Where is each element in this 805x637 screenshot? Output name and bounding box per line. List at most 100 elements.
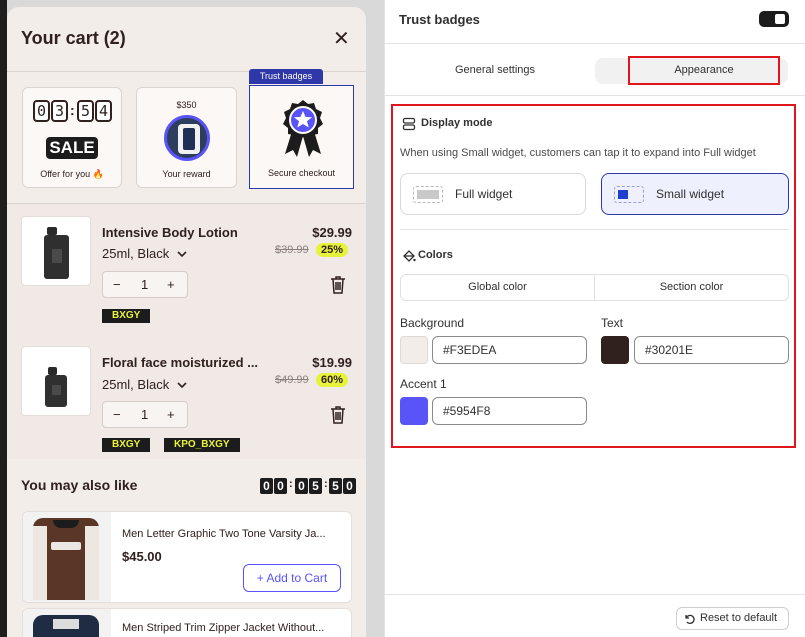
timer-colon: : [70,102,75,118]
timer-digit: 0 [33,100,50,122]
text-swatch[interactable] [601,336,629,364]
cart-item-1: Intensive Body Lotion 25ml, Black $29.99… [7,204,366,334]
tab-appearance[interactable]: Appearance [628,56,780,85]
product-price: $19.99 [312,355,352,370]
timer-digit: 0 [260,478,273,494]
upsell-title: You may also like [21,477,138,493]
discount-badge: 25% [316,243,349,257]
quantity-stepper: − 1 + [102,401,188,428]
cart-drawer: Your cart (2) ✕ 0 3 : 5 4 SALE Offer for… [7,7,366,637]
display-mode-heading: Display mode [421,117,493,129]
reward-product-detail [183,128,195,150]
reset-label: Reset to default [700,612,778,624]
accent-color-field[interactable]: #5954F8 [432,397,587,425]
product-variant[interactable]: 25ml, Black [102,246,187,261]
timer-digit: 0 [295,478,308,494]
discount-tag: BXGY [102,309,151,323]
tile-caption: Offer for you 🔥 [40,169,104,179]
sale-badge: SALE [46,137,98,159]
chevron-down-icon [177,251,187,258]
timer-digit: 0 [343,478,356,494]
minus-button[interactable]: − [113,407,121,422]
timer-digit: 0 [274,478,287,494]
timer-digit: 4 [95,100,112,122]
product-image [21,346,91,416]
footer-divider [385,594,805,595]
reset-to-default-button[interactable]: Reset to default [676,607,789,630]
trust-badges-tag: Trust badges [249,69,323,84]
upsell-timer: 0 0 : 0 5 : 5 0 [260,478,356,494]
settings-title: Trust badges [399,12,480,27]
trash-icon[interactable] [330,406,346,424]
reward-tile[interactable]: $350 Your reward [136,87,237,188]
ribbon-badge-icon [283,100,323,157]
variant-label: 25ml, Black [102,377,170,392]
tabs-divider [385,95,805,96]
product-name: Intensive Body Lotion [102,225,238,240]
settings-panel: Trust badges General settings Appearance… [384,0,805,637]
chevron-down-icon [177,382,187,389]
product-variant[interactable]: 25ml, Black [102,377,187,392]
quantity-value[interactable]: 1 [141,277,148,292]
plus-button[interactable]: + [167,407,175,422]
colors-heading: Colors [418,249,453,261]
tab-section-color[interactable]: Section color [595,281,788,293]
product-name: Floral face moisturized ... [102,355,259,370]
discount-tag: KPO_BXGY [164,438,240,452]
text-color-field[interactable]: #30201E [634,336,789,364]
trash-icon[interactable] [330,276,346,294]
cart-title: Your cart (2) [21,28,126,48]
small-widget-icon [614,186,644,203]
tile-caption: Secure checkout [267,168,336,178]
discount-badge: 60% [316,373,349,387]
product-image [21,216,91,286]
section-divider [400,229,789,230]
cart-item-2: Floral face moisturized ... 25ml, Black … [7,334,366,459]
add-to-cart-button[interactable]: + Add to Cart [243,564,341,592]
recommended-product-card[interactable]: Men Striped Trim Zipper Jacket Without..… [22,608,352,637]
compare-price: $49.99 [275,374,309,386]
recommended-product-name: Men Letter Graphic Two Tone Varsity Ja..… [122,528,326,540]
timer-colon: : [324,478,328,490]
close-icon[interactable]: ✕ [333,29,350,49]
timer-digit: 5 [77,100,94,122]
plus-icon: + [256,571,264,585]
text-label: Text [601,316,624,330]
small-widget-option[interactable]: Small widget [601,173,789,215]
left-edge-strip [0,0,7,637]
product-price: $29.99 [312,225,352,240]
tab-general-settings[interactable]: General settings [401,64,589,76]
accent-swatch[interactable] [400,397,428,425]
reward-progress-ring [164,115,210,161]
recommended-product-card[interactable]: Men Letter Graphic Two Tone Varsity Ja..… [22,511,352,603]
toggle-switch[interactable] [759,11,789,27]
appearance-section: Display mode When using Small widget, cu… [391,104,796,448]
compare-price: $39.99 [275,244,309,256]
header-divider [385,43,805,44]
recommended-product-price: $45.00 [122,549,162,564]
timer-digit: 3 [51,100,68,122]
background-color-field[interactable]: #F3EDEA [432,336,587,364]
small-widget-label: Small widget [656,187,725,201]
background-swatch[interactable] [400,336,428,364]
timer-colon: : [289,478,293,490]
variant-label: 25ml, Black [102,246,170,261]
minus-button[interactable]: − [113,277,121,292]
offer-tile[interactable]: 0 3 : 5 4 SALE Offer for you 🔥 [22,87,122,188]
recommended-product-image [23,609,111,637]
full-widget-label: Full widget [455,187,513,201]
secure-checkout-tile[interactable]: Secure checkout [249,85,354,189]
plus-button[interactable]: + [167,277,175,292]
full-widget-option[interactable]: Full widget [400,173,586,215]
paint-bucket-icon [403,250,416,262]
recommended-product-name: Men Striped Trim Zipper Jacket Without..… [122,622,325,634]
reset-icon [685,614,695,625]
discount-tag: BXGY [102,438,151,452]
tab-global-color[interactable]: Global color [401,281,594,293]
background-label: Background [400,316,465,330]
display-mode-icon [402,117,416,131]
accent-label: Accent 1 [400,377,447,391]
quantity-value[interactable]: 1 [141,407,148,422]
quantity-stepper: − 1 + [102,271,188,298]
tile-caption: Your reward [162,169,211,179]
